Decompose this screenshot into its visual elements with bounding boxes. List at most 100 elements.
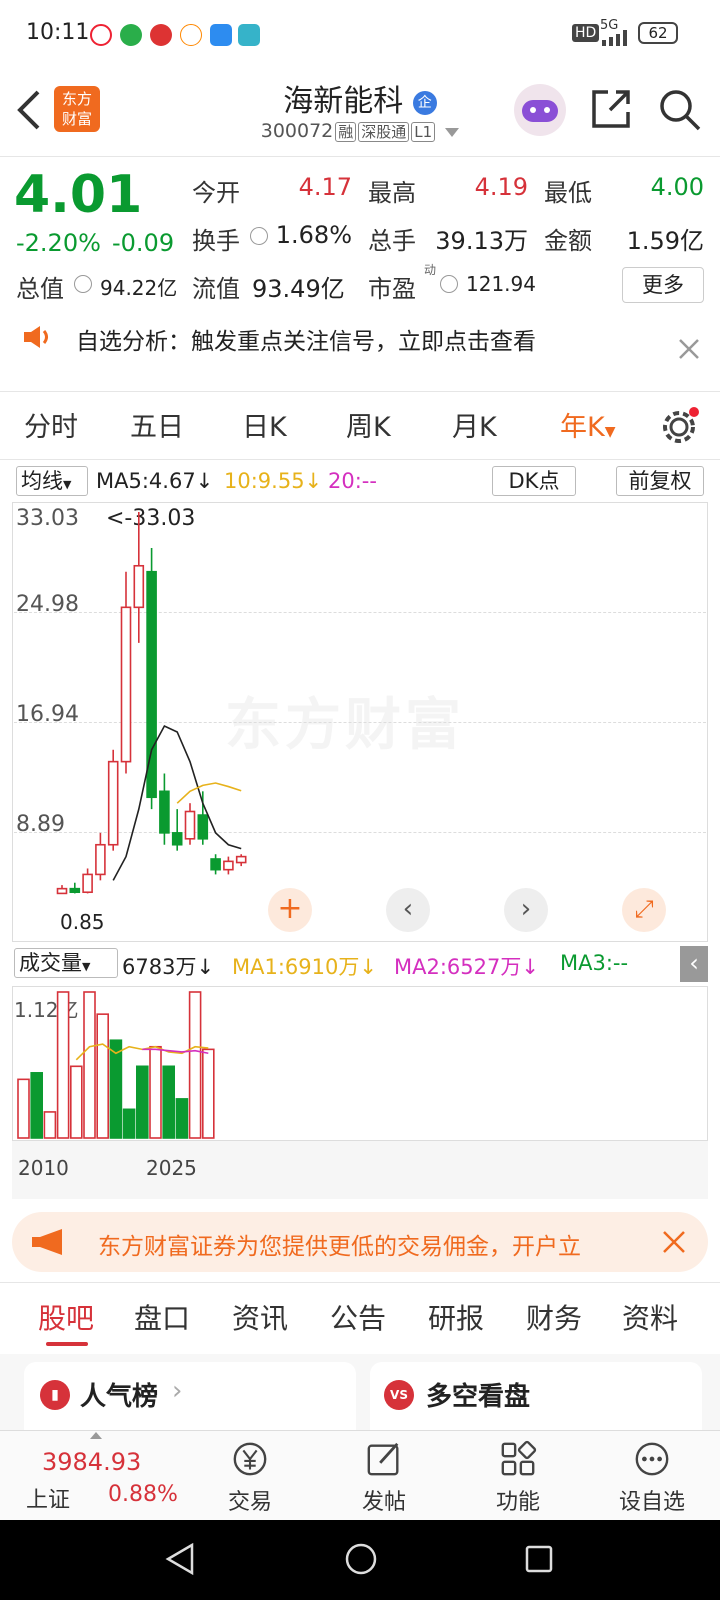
back-triangle-icon[interactable] xyxy=(164,1542,196,1576)
status-time: 10:11 xyxy=(26,20,90,45)
ad-banner[interactable]: 东方财富证券为您提供更低的交易佣金，开户立 xyxy=(12,1212,708,1272)
chevron-left-icon[interactable]: ‹ xyxy=(386,888,430,932)
ma10-line xyxy=(176,782,242,804)
volume-label: 总手 xyxy=(368,227,416,255)
app-icon xyxy=(150,24,172,46)
hd-icon: HD xyxy=(572,24,600,42)
nav-add-watchlist[interactable]: 设自选 xyxy=(592,1440,712,1516)
change-pct: -2.20% xyxy=(16,229,101,257)
bar-chart-icon: ▮ xyxy=(40,1380,70,1410)
home-circle-icon[interactable] xyxy=(344,1542,378,1576)
mktcap-label: 总值 xyxy=(16,275,64,303)
tab-intraday[interactable]: 分时 xyxy=(24,405,78,444)
float-value: 93.49亿 xyxy=(252,275,345,303)
candle-body xyxy=(82,873,93,894)
change-value: -0.09 xyxy=(112,229,175,257)
turnover-label: 换手 xyxy=(192,227,240,255)
pe-value: 121.94 xyxy=(466,272,536,296)
share-icon[interactable] xyxy=(590,88,632,130)
amount-value: 1.59亿 xyxy=(626,227,704,255)
high-value: 4.19 xyxy=(474,173,528,201)
tab-five-day[interactable]: 五日 xyxy=(130,405,184,444)
candle-body xyxy=(56,887,68,895)
nav-functions[interactable]: 功能 xyxy=(458,1440,578,1516)
notice-bar[interactable]: 自选分析：触发重点关注信号，立即点击查看 xyxy=(0,316,720,392)
status-bar: 10:11 HD 5G 62 xyxy=(0,0,720,68)
tab-profile[interactable]: 资料 xyxy=(622,1297,678,1337)
pe-sup: 动 xyxy=(424,263,437,277)
adjust-button[interactable]: 前复权 xyxy=(616,466,704,496)
ma-select[interactable]: 均线▼ xyxy=(16,466,88,496)
close-icon[interactable] xyxy=(662,1230,686,1254)
tab-indicator xyxy=(46,1342,88,1346)
low-value: 4.00 xyxy=(650,173,704,201)
tab-orderbook[interactable]: 盘口 xyxy=(134,1297,190,1337)
margin-tag: 融 xyxy=(335,122,357,142)
index-name[interactable]: 上证 xyxy=(26,1482,70,1514)
zoom-in-button[interactable]: + xyxy=(268,888,312,932)
close-icon[interactable] xyxy=(678,338,700,360)
indicator-select[interactable]: 成交量▼ xyxy=(14,948,118,978)
stock-name: 海新能科 xyxy=(283,84,404,119)
nav-label: 设自选 xyxy=(618,1490,685,1515)
tab-research[interactable]: 研报 xyxy=(428,1297,484,1337)
tab-finance[interactable]: 财务 xyxy=(526,1297,582,1337)
amount-label: 金额 xyxy=(544,227,592,255)
assistant-avatar[interactable] xyxy=(514,84,566,136)
volume-bar xyxy=(83,991,96,1139)
index-change[interactable]: 0.88% xyxy=(108,1482,178,1507)
collapse-icon[interactable]: ‹ xyxy=(680,946,708,982)
nav-label: 功能 xyxy=(495,1490,540,1515)
megaphone-icon xyxy=(32,1229,62,1255)
tab-weekly-k[interactable]: 周K xyxy=(346,405,391,444)
tab-news[interactable]: 资讯 xyxy=(232,1297,288,1337)
popularity-card[interactable]: ▮ 人气榜 › xyxy=(24,1362,356,1430)
candle-body xyxy=(171,832,183,846)
level-tag: L1 xyxy=(411,122,436,142)
low-label: 最低 xyxy=(544,179,592,207)
chevron-right-icon[interactable]: › xyxy=(504,888,548,932)
bull-bear-card[interactable]: VS 多空看盘 xyxy=(370,1362,702,1430)
x-tick: 2010 xyxy=(18,1156,69,1180)
candle-body xyxy=(69,887,81,894)
tab-monthly-k[interactable]: 月K xyxy=(452,405,497,444)
tab-label: 年K xyxy=(560,412,605,443)
tab-daily-k[interactable]: 日K xyxy=(242,405,287,444)
connect-tag: 深股通 xyxy=(358,122,410,142)
caret-down-icon: ▼ xyxy=(63,478,72,491)
dk-point-button[interactable]: DK点 xyxy=(492,466,576,496)
tab-forum[interactable]: 股吧 xyxy=(38,1297,94,1337)
volume-bar xyxy=(17,1078,30,1139)
speaker-icon xyxy=(24,326,48,348)
app-icon xyxy=(238,24,260,46)
app-icon xyxy=(180,24,202,46)
fullscreen-icon[interactable]: ⤢ xyxy=(622,888,666,932)
search-icon[interactable] xyxy=(658,88,702,132)
x-axis xyxy=(12,1141,708,1199)
tab-yearly-k[interactable]: 年K▼ xyxy=(560,405,616,444)
nav-post[interactable]: 发帖 xyxy=(324,1440,444,1516)
vol-ma2: MA2:6527万↓ xyxy=(394,955,539,979)
last-price: 4.01 xyxy=(14,165,143,225)
recents-square-icon[interactable] xyxy=(524,1544,554,1574)
weibo-icon xyxy=(90,24,112,46)
chevron-down-icon[interactable] xyxy=(445,128,460,137)
float-label: 流值 xyxy=(192,275,240,303)
candle-body xyxy=(235,855,247,864)
nav-trade[interactable]: 交易 xyxy=(190,1440,310,1516)
tab-announcements[interactable]: 公告 xyxy=(330,1297,386,1337)
info-icon[interactable] xyxy=(250,227,268,245)
more-button[interactable]: 更多 xyxy=(622,267,704,303)
candle-body xyxy=(107,760,119,846)
card-title: 多空看盘 xyxy=(426,1382,531,1412)
open-label: 今开 xyxy=(192,179,240,207)
volume-now: 6783万↓ xyxy=(122,955,215,979)
gear-icon[interactable] xyxy=(660,406,700,446)
index-value[interactable]: 3984.93 xyxy=(42,1448,141,1476)
info-icon[interactable] xyxy=(440,275,458,293)
candlestick-chart xyxy=(56,512,247,895)
info-icon[interactable] xyxy=(74,275,92,293)
more-icon xyxy=(635,1442,669,1476)
volume-bar xyxy=(109,1039,123,1139)
nav-label: 发帖 xyxy=(361,1490,406,1515)
